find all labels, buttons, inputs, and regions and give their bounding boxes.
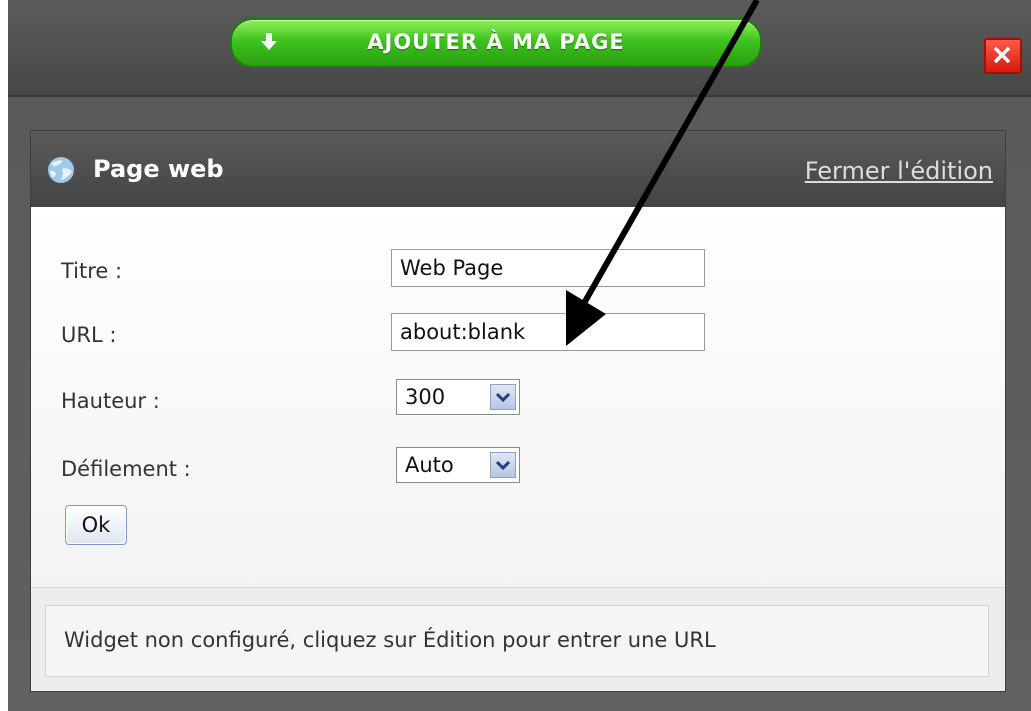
chevron-down-icon[interactable] bbox=[490, 384, 516, 410]
status-message-box: Widget non configuré, cliquez sur Éditio… bbox=[45, 605, 989, 677]
widget-header: Page web Fermer l'édition bbox=[31, 131, 1005, 207]
chevron-down-icon[interactable] bbox=[490, 452, 516, 478]
divider bbox=[31, 587, 1005, 588]
ok-button[interactable]: Ok bbox=[65, 505, 127, 545]
title-input[interactable] bbox=[391, 249, 705, 287]
url-label: URL : bbox=[61, 323, 117, 347]
screenshot-stage: AJOUTER À MA PAGE Page web Fermer l'édit… bbox=[0, 0, 1031, 711]
widget-title: Page web bbox=[93, 155, 224, 183]
close-icon bbox=[993, 46, 1011, 64]
url-input[interactable] bbox=[391, 313, 705, 351]
add-to-my-page-button[interactable]: AJOUTER À MA PAGE bbox=[230, 18, 762, 68]
top-toolbar: AJOUTER À MA PAGE bbox=[8, 0, 1031, 97]
widget-settings-form: Titre : URL : Hauteur : 300 Défilement :… bbox=[31, 207, 1005, 587]
height-select-value: 300 bbox=[405, 385, 446, 409]
status-message: Widget non configuré, cliquez sur Éditio… bbox=[64, 628, 716, 652]
web-page-widget: Page web Fermer l'édition Titre : URL : … bbox=[30, 130, 1006, 692]
globe-icon bbox=[48, 157, 74, 183]
height-select[interactable]: 300 bbox=[396, 379, 520, 415]
title-label: Titre : bbox=[61, 259, 123, 283]
close-button[interactable] bbox=[984, 38, 1022, 74]
add-to-my-page-label: AJOUTER À MA PAGE bbox=[367, 30, 625, 54]
height-label: Hauteur : bbox=[61, 389, 160, 413]
close-edit-link[interactable]: Fermer l'édition bbox=[805, 157, 993, 185]
scrolling-select-value: Auto bbox=[405, 453, 454, 477]
scrolling-label: Défilement : bbox=[61, 457, 191, 481]
scrolling-select[interactable]: Auto bbox=[396, 447, 520, 483]
